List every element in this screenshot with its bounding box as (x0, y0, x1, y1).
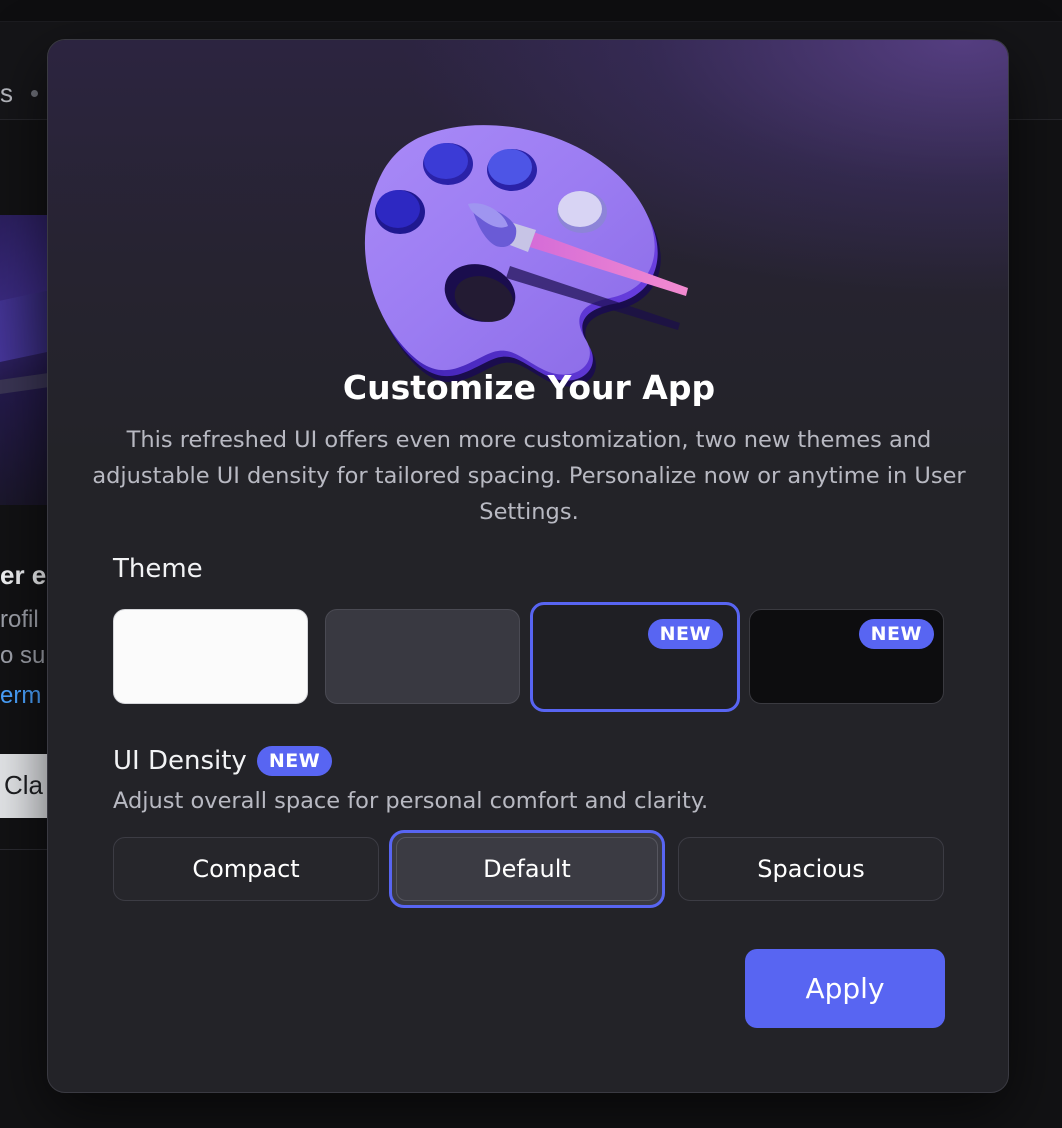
apply-button[interactable]: Apply (745, 949, 945, 1028)
background-header-dot (31, 90, 38, 97)
background-text-fragment: o sul (0, 642, 51, 669)
density-default-button[interactable]: Default (389, 830, 665, 908)
modal-title: Customize Your App (342, 368, 716, 407)
modal-subtitle: This refreshed UI offers even more custo… (92, 427, 966, 525)
background-header-text: s (0, 78, 13, 108)
new-badge: NEW (256, 746, 333, 776)
background-text-fragment: rofil (0, 606, 39, 633)
ui-density-label-row: UI Density NEW (113, 746, 333, 776)
theme-label: Theme (113, 554, 203, 584)
density-compact-label: Compact (192, 855, 300, 883)
theme-option-light[interactable] (113, 609, 308, 704)
customize-app-modal: Customize Your App This refreshed UI off… (47, 39, 1009, 1093)
ui-density-label: UI Density (113, 746, 247, 776)
background-link-fragment: erm (0, 682, 42, 709)
theme-option-ash[interactable] (325, 609, 520, 704)
density-spacious-label: Spacious (757, 855, 865, 883)
new-badge: NEW (858, 619, 934, 649)
apply-button-label: Apply (805, 972, 885, 1005)
density-default-label: Default (483, 855, 571, 883)
density-spacious-button[interactable]: Spacious (678, 837, 944, 901)
new-badge: NEW (647, 619, 723, 649)
density-default-inner: Default (396, 837, 658, 901)
density-compact-button[interactable]: Compact (113, 837, 379, 901)
theme-option-onyx[interactable]: NEW (749, 609, 944, 704)
paint-palette-icon (360, 118, 700, 398)
theme-option-dark[interactable]: NEW (530, 602, 740, 712)
background-title-bar (0, 0, 1062, 22)
ui-density-description: Adjust overall space for personal comfor… (113, 788, 709, 814)
background-button-label: Cla (4, 770, 44, 800)
